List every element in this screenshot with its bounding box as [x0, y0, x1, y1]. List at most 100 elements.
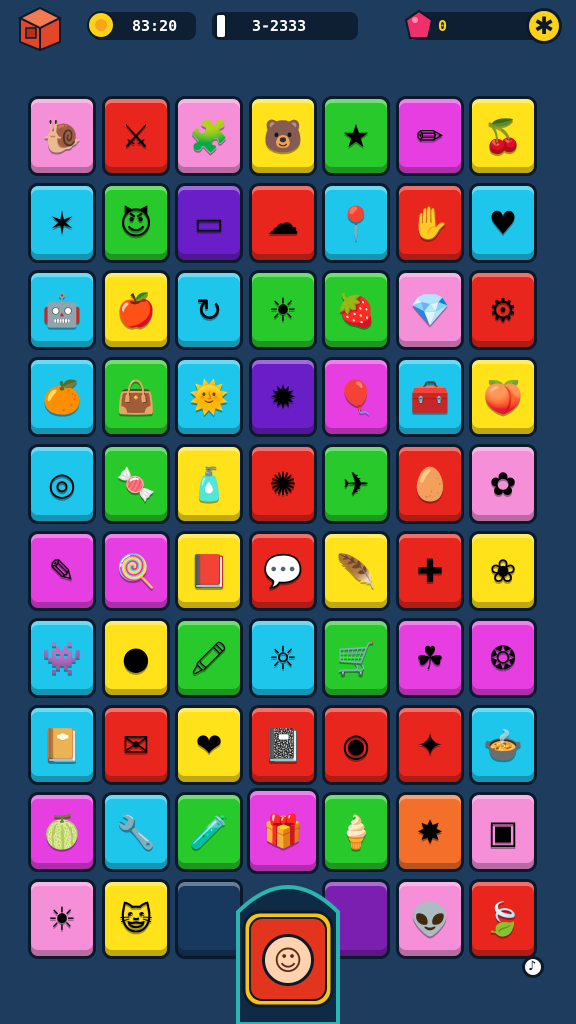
tile[interactable]: ☘: [396, 618, 464, 698]
tile[interactable]: 🧴: [175, 444, 243, 524]
tile[interactable]: 🐻: [249, 96, 317, 176]
tile[interactable]: 📕: [175, 531, 243, 611]
tile[interactable]: ☀: [249, 270, 317, 350]
tile[interactable]: 🍭: [102, 531, 170, 611]
timer-value: 83:20: [132, 17, 178, 35]
baby-face-icon: ☺: [262, 934, 314, 986]
chest-icon: 🧰: [410, 378, 450, 416]
tile[interactable]: 🔧: [102, 792, 170, 872]
tile[interactable]: 🥚: [396, 444, 464, 524]
tile[interactable]: 🪶: [322, 531, 390, 611]
tile[interactable]: 🎈: [322, 357, 390, 437]
green-egg-icon: 🥚: [410, 465, 450, 503]
leaf-icon: 🍃: [483, 900, 523, 938]
asterisk-icon: ✱: [533, 12, 555, 40]
tile[interactable]: 🐌: [28, 96, 96, 176]
blue-monster-icon: 👾: [42, 639, 82, 677]
tile[interactable]: ❀: [469, 531, 537, 611]
crate-menu-button[interactable]: [17, 6, 63, 52]
tile[interactable]: 🍲: [469, 705, 537, 785]
tile[interactable]: ❂: [469, 618, 537, 698]
score-panel: 3-2333: [212, 12, 358, 40]
tile[interactable]: ●: [102, 618, 170, 698]
candy-icon: 🍬: [116, 465, 156, 503]
target-icon: ◉: [342, 726, 370, 764]
tile[interactable]: ◎: [28, 444, 96, 524]
tile[interactable]: 😈: [102, 183, 170, 263]
tile[interactable]: 🤖: [28, 270, 96, 350]
tile[interactable]: ⚙: [469, 270, 537, 350]
tile[interactable]: ▭: [175, 183, 243, 263]
tile[interactable]: 😺: [102, 879, 170, 959]
red-sun-icon: ☀: [268, 291, 298, 329]
tile[interactable]: ✉: [102, 705, 170, 785]
tile[interactable]: ▣: [469, 792, 537, 872]
tile[interactable]: ✚: [396, 531, 464, 611]
tile[interactable]: ☁: [249, 183, 317, 263]
tile[interactable]: 🍓: [322, 270, 390, 350]
progress-marker-icon: [215, 13, 227, 39]
tile[interactable]: 🧪: [175, 792, 243, 872]
tile[interactable]: ◉: [322, 705, 390, 785]
tile[interactable]: 📔: [28, 705, 96, 785]
purple-box-icon: ▣: [487, 813, 519, 851]
tile[interactable]: 🖍: [175, 618, 243, 698]
tile[interactable]: ✋: [396, 183, 464, 263]
compass-badge-icon: ✦: [416, 726, 444, 764]
add-currency-button[interactable]: ✱: [526, 8, 562, 44]
envelope-icon: ✉: [122, 726, 150, 764]
tile[interactable]: ☼: [249, 618, 317, 698]
tile[interactable]: ✸: [396, 792, 464, 872]
tile[interactable]: 👜: [102, 357, 170, 437]
tile[interactable]: ⚔: [102, 96, 170, 176]
tile[interactable]: ✏: [396, 96, 464, 176]
tile[interactable]: ↻: [175, 270, 243, 350]
orange-fruit-icon: 🍑: [483, 378, 523, 416]
plus-icon: ✚: [416, 552, 444, 590]
black-book-icon: 📓: [263, 726, 303, 764]
tile[interactable]: ★: [322, 96, 390, 176]
tile[interactable]: 🍎: [102, 270, 170, 350]
tile[interactable]: ♥: [469, 183, 537, 263]
tile[interactable]: 🧰: [396, 357, 464, 437]
green-strawberry-icon: 🍈: [42, 813, 82, 851]
tile[interactable]: 🍊: [28, 357, 96, 437]
tile[interactable]: ❤: [175, 705, 243, 785]
tile[interactable]: ☀: [28, 879, 96, 959]
timer-panel: 83:20: [87, 11, 196, 40]
pink-gift-icon: 🎁: [263, 812, 303, 850]
tile[interactable]: 🧩: [175, 96, 243, 176]
robot-face-icon: 🤖: [42, 291, 82, 329]
pink-gem-icon: [404, 9, 434, 39]
tile[interactable]: 💎: [396, 270, 464, 350]
tile[interactable]: 🍈: [28, 792, 96, 872]
speech-bubble-icon: 💬: [263, 552, 303, 590]
top-hud: 83:20 3-2333 0 ✱: [0, 0, 576, 60]
tile[interactable]: 🍦: [322, 792, 390, 872]
tile[interactable]: ✶: [28, 183, 96, 263]
orange-sun-icon: ☼: [268, 639, 298, 677]
tile[interactable]: ✺: [249, 444, 317, 524]
tile[interactable]: 🌞: [175, 357, 243, 437]
tile[interactable]: ✈: [322, 444, 390, 524]
tile[interactable]: 📍: [322, 183, 390, 263]
tile[interactable]: 🍃: [469, 879, 537, 959]
tile[interactable]: 🛒: [322, 618, 390, 698]
tile[interactable]: ✿: [469, 444, 537, 524]
tile[interactable]: 👾: [28, 618, 96, 698]
music-toggle-button[interactable]: ♪: [522, 956, 544, 978]
tile[interactable]: ✦: [396, 705, 464, 785]
tile[interactable]: ✹: [249, 357, 317, 437]
launcher-dock[interactable]: ☺: [232, 872, 344, 1024]
tile[interactable]: 🍒: [469, 96, 537, 176]
potion-icon: 🧪: [189, 813, 229, 851]
gem-icon: 💎: [410, 291, 450, 329]
tile[interactable]: 👽: [396, 879, 464, 959]
lollipop-icon: 🍭: [116, 552, 156, 590]
tile[interactable]: 💬: [249, 531, 317, 611]
tile[interactable]: ✎: [28, 531, 96, 611]
tile[interactable]: 📓: [249, 705, 317, 785]
tile[interactable]: 🎁: [247, 788, 319, 874]
tile[interactable]: 🍬: [102, 444, 170, 524]
tile[interactable]: 🍑: [469, 357, 537, 437]
